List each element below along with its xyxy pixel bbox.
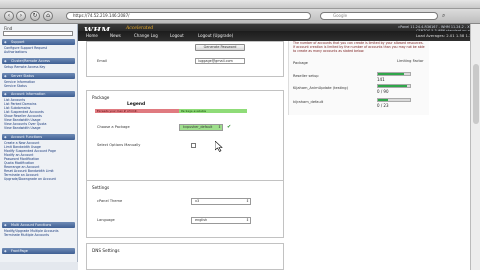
limits-panel: The number of accounts that you can crea… (288, 41, 429, 115)
legend-red: Exceeds your max # of limit. (95, 109, 179, 113)
nav-logout[interactable]: Logout (170, 33, 184, 38)
nav-news[interactable]: News (110, 33, 121, 38)
limiting-header: Limiting Factor (397, 59, 424, 63)
page-scrollbar[interactable] (470, 24, 480, 270)
browser-toolbar: ‹ › ↻ ⌂ https://74.52.219.146:2087/ Goog… (0, 9, 480, 24)
mouse-pointer-icon (215, 141, 223, 152)
limit-row-name: Kijaham_AnimUpdate (testing) (293, 86, 348, 90)
section-cluster[interactable]: Cluster/Remote Access (2, 58, 75, 64)
sidebar-item[interactable]: Upgrade/Downgrade an Account (4, 177, 56, 181)
nav-changelog[interactable]: Change Log (134, 33, 158, 38)
settings-panel: Settings cPanel Theme x3 Language englis… (86, 180, 284, 238)
language-select[interactable]: english (191, 217, 251, 224)
section-server-status[interactable]: Server Status (2, 73, 75, 79)
sidebar-item[interactable]: View Bandwidth Usage (4, 126, 41, 130)
limit-row-name: Reseller setup (293, 74, 319, 78)
limit-bar (377, 84, 411, 88)
choose-package-label: Choose a Package (97, 125, 130, 129)
section-account-functions[interactable]: Account Functions (2, 134, 75, 140)
sidebar-item[interactable]: Authorizations (4, 50, 27, 54)
account-info-panel: Generate Password Email luggage@gmail.co… (86, 41, 284, 77)
find-input[interactable] (3, 31, 73, 36)
limits-warning: The number of accounts that you can crea… (293, 41, 425, 53)
load-averages: Load Averages: 2.01 1.58 1.37 (415, 33, 474, 38)
select-options-checkbox[interactable] (191, 143, 196, 148)
sidebar-footer (0, 262, 78, 270)
sidebar-item[interactable]: Service Status (4, 84, 27, 88)
package-title: Package (92, 95, 110, 100)
checkmark-icon: ✔ (227, 124, 232, 130)
nav-logout-upgrade[interactable]: Logout (Upgrade) (198, 33, 233, 38)
search-icon[interactable]: ⌕ (442, 12, 450, 20)
settings-title: Settings (92, 185, 110, 190)
email-field[interactable]: luggage@gmail.com (195, 58, 245, 64)
section-support[interactable]: Support (2, 39, 75, 45)
reload-button[interactable]: ↻ (30, 11, 40, 21)
search-input[interactable]: Google (320, 12, 438, 20)
theme-label: cPanel Theme (97, 199, 123, 203)
limit-row-name: kijraham_default (293, 100, 324, 104)
section-multi-account[interactable]: Multi Account Functions (2, 222, 75, 228)
search-placeholder: Google (333, 13, 348, 18)
nav-home[interactable]: Home (86, 33, 98, 38)
limit-value: 141 (377, 77, 385, 82)
package-header: Package (293, 61, 308, 65)
sidebar-item[interactable]: Setup Remote Access Key (4, 65, 45, 69)
theme-select[interactable]: x3 (191, 198, 251, 205)
package-select[interactable]: kvpusher_default (179, 124, 223, 131)
limit-bar (377, 72, 411, 76)
language-label: Language (97, 218, 115, 222)
address-bar[interactable]: https://74.52.219.146:2087/ (66, 12, 311, 20)
home-button[interactable]: ⌂ (43, 11, 53, 21)
generate-password-button[interactable]: Generate Password (195, 44, 245, 51)
section-frontpage[interactable]: FrontPage (2, 248, 75, 254)
dns-title: DNS Settings (92, 248, 120, 253)
limit-value: 0 / 90 (377, 89, 389, 94)
legend-green: Package available (179, 109, 247, 113)
sidebar-item[interactable]: Terminate Multiple Accounts (4, 233, 49, 237)
limit-bar (377, 98, 411, 102)
section-account-information[interactable]: Account Information (2, 91, 75, 97)
legend-title: Legend (127, 102, 146, 107)
email-label: Email (97, 59, 107, 63)
dns-panel: DNS Settings (86, 243, 284, 270)
scrollbar-thumb[interactable] (473, 64, 479, 124)
forward-button[interactable]: › (16, 11, 26, 21)
window-titlebar (0, 0, 480, 9)
top-nav: Home News Change Log Logout Logout (Upgr… (78, 31, 480, 41)
limit-value: 0 / 23 (377, 103, 389, 108)
sidebar: Find Support Configure Support Request A… (0, 24, 78, 270)
select-options-label: Select Options Manually (97, 143, 141, 147)
back-button[interactable]: ‹ (4, 11, 14, 21)
